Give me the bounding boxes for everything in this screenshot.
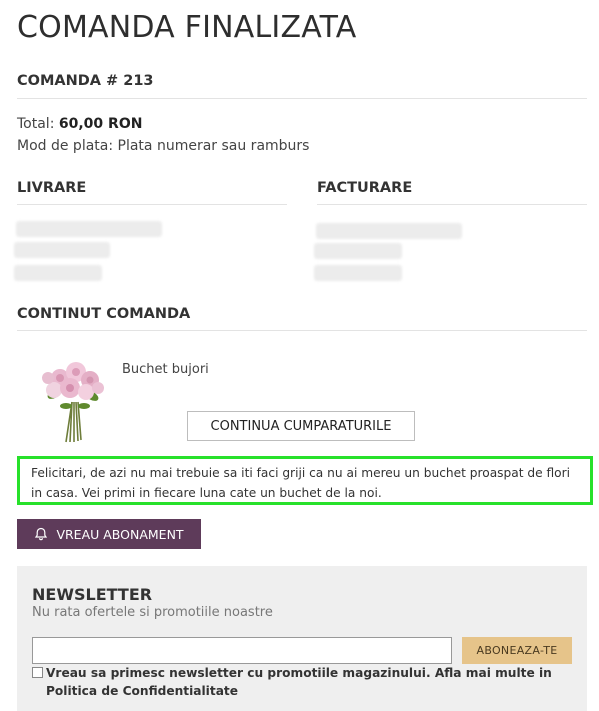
redacted-delivery-name [16, 221, 162, 237]
redacted-billing-phone [314, 265, 402, 281]
redacted-delivery-address [14, 242, 110, 258]
order-contents-heading: CONTINUT COMANDA [17, 306, 191, 322]
continue-shopping-button[interactable]: CONTINUA CUMPARATURILE [187, 411, 415, 441]
consent-label: Vreau sa primesc newsletter cu promotiil… [46, 666, 552, 680]
order-total: Total: 60,00 RON [17, 116, 142, 132]
product-name[interactable]: Buchet bujori [122, 362, 209, 377]
newsletter-consent-text: Vreau sa primesc newsletter cu promotiil… [46, 664, 566, 700]
divider [17, 98, 587, 99]
bell-icon [34, 527, 48, 541]
divider [17, 330, 587, 331]
total-label: Total: [17, 116, 55, 132]
subscribe-button-label: VREAU ABONAMENT [56, 526, 184, 542]
total-value: 60,00 RON [58, 116, 143, 132]
newsletter-subtitle: Nu rata ofertele si promotiile noastre [32, 605, 273, 620]
order-number-heading: COMANDA # 213 [17, 73, 154, 89]
redacted-billing-name [316, 223, 462, 239]
page-title: COMANDA FINALIZATA [17, 10, 357, 45]
billing-heading: FACTURARE [317, 180, 413, 196]
flower-bouquet-image [32, 358, 112, 444]
newsletter-title: NEWSLETTER [32, 585, 153, 604]
newsletter-email-input[interactable] [32, 637, 452, 664]
delivery-heading: LIVRARE [17, 180, 87, 196]
newsletter-subscribe-button[interactable]: ABONEAZA-TE [462, 637, 572, 664]
subscribe-button[interactable]: VREAU ABONAMENT [17, 519, 201, 549]
subscription-notice: Felicitari, de azi nu mai trebuie sa iti… [17, 456, 593, 505]
newsletter-consent-checkbox[interactable] [32, 667, 43, 678]
payment-method: Mod de plata: Plata numerar sau ramburs [17, 138, 310, 154]
privacy-policy-link[interactable]: Politica de Confidentialitate [46, 684, 238, 698]
redacted-delivery-phone [14, 265, 102, 281]
redacted-billing-address [314, 243, 402, 259]
divider [317, 204, 587, 205]
divider [17, 204, 287, 205]
